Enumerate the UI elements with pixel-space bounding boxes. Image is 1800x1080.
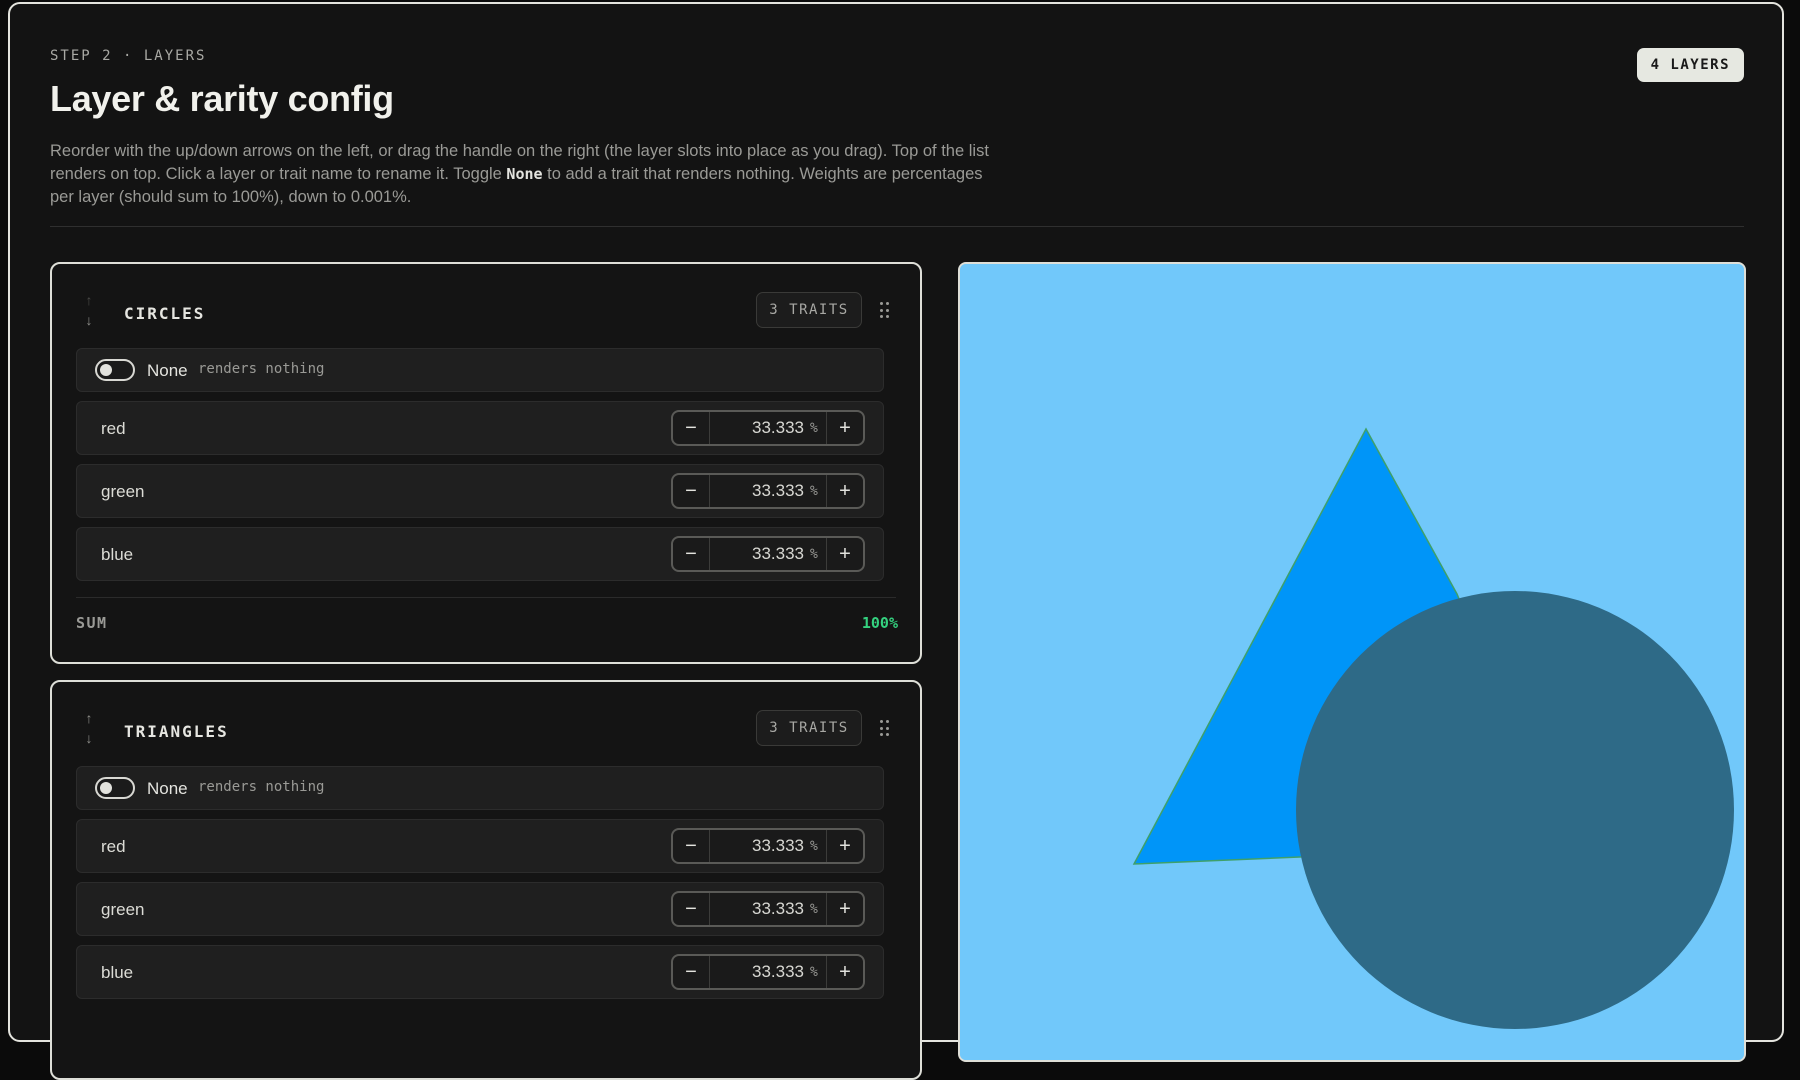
decrease-weight-button[interactable]: − <box>673 475 710 507</box>
weight-input[interactable]: 33.333 <box>710 899 810 919</box>
header-divider <box>50 226 1744 227</box>
trait-row: green − 33.333 % + <box>76 882 884 936</box>
trait-name[interactable]: red <box>101 837 126 857</box>
percent-unit: % <box>810 901 818 917</box>
trait-row: red − 33.333 % + <box>76 819 884 873</box>
increase-weight-button[interactable]: + <box>826 412 863 444</box>
increase-weight-button[interactable]: + <box>826 893 863 925</box>
page-description: Reorder with the up/down arrows on the l… <box>50 140 1010 209</box>
increase-weight-button[interactable]: + <box>826 475 863 507</box>
sum-row: SUM 100% <box>52 598 920 650</box>
increase-weight-button[interactable]: + <box>826 830 863 862</box>
none-hint: renders nothing <box>198 779 325 795</box>
step-label: STEP 2 · LAYERS <box>50 48 207 64</box>
move-down-icon[interactable]: ↓ <box>82 310 96 330</box>
trait-name[interactable]: blue <box>101 545 133 565</box>
weight-input[interactable]: 33.333 <box>710 962 810 982</box>
layer-header: ↑ ↓ TRIANGLES 3 TRAITS <box>52 682 920 766</box>
reorder-arrows: ↑ ↓ <box>82 290 96 330</box>
move-down-icon[interactable]: ↓ <box>82 728 96 748</box>
page-title: Layer & rarity config <box>50 78 394 119</box>
layer-name[interactable]: CIRCLES <box>124 304 205 323</box>
description-keyword: None <box>506 165 543 183</box>
app-window: STEP 2 · LAYERS Layer & rarity config Re… <box>8 2 1784 1080</box>
toggle-knob <box>100 782 112 794</box>
percent-unit: % <box>810 420 818 436</box>
circle-shape <box>1296 591 1734 1029</box>
none-trait-row: None renders nothing <box>76 348 884 392</box>
traits-count-badge: 3 TRAITS <box>756 292 862 328</box>
weight-stepper: − 33.333 % + <box>671 954 865 990</box>
sum-value: 100% <box>861 614 898 632</box>
composite-preview <box>958 262 1746 1062</box>
trait-name[interactable]: green <box>101 900 144 920</box>
decrease-weight-button[interactable]: − <box>673 538 710 570</box>
weight-stepper: − 33.333 % + <box>671 828 865 864</box>
weight-stepper: − 33.333 % + <box>671 410 865 446</box>
decrease-weight-button[interactable]: − <box>673 956 710 988</box>
layer-name[interactable]: TRIANGLES <box>124 722 229 741</box>
none-label: None <box>147 361 188 380</box>
move-up-icon[interactable]: ↑ <box>82 290 96 310</box>
none-toggle[interactable] <box>95 777 135 799</box>
decrease-weight-button[interactable]: − <box>673 830 710 862</box>
none-trait-row: None renders nothing <box>76 766 884 810</box>
decrease-weight-button[interactable]: − <box>673 412 710 444</box>
percent-unit: % <box>810 964 818 980</box>
traits-count-badge: 3 TRAITS <box>756 710 862 746</box>
preview-canvas <box>960 264 1744 1060</box>
weight-input[interactable]: 33.333 <box>710 418 810 438</box>
sum-label: SUM <box>76 614 108 632</box>
weight-stepper: − 33.333 % + <box>671 536 865 572</box>
layer-header: ↑ ↓ CIRCLES 3 TRAITS <box>52 264 920 348</box>
drag-handle-icon[interactable] <box>880 302 890 320</box>
trait-row: green − 33.333 % + <box>76 464 884 518</box>
drag-handle-icon[interactable] <box>880 720 890 738</box>
percent-unit: % <box>810 838 818 854</box>
trait-name[interactable]: green <box>101 482 144 502</box>
none-label: None <box>147 779 188 798</box>
increase-weight-button[interactable]: + <box>826 956 863 988</box>
trait-name[interactable]: red <box>101 419 126 439</box>
none-toggle[interactable] <box>95 359 135 381</box>
trait-row: blue − 33.333 % + <box>76 527 884 581</box>
page-header: STEP 2 · LAYERS Layer & rarity config Re… <box>50 48 1744 209</box>
trait-row: red − 33.333 % + <box>76 401 884 455</box>
trait-row: blue − 33.333 % + <box>76 945 884 999</box>
toggle-knob <box>100 364 112 376</box>
trait-name[interactable]: blue <box>101 963 133 983</box>
layer-card-triangles: ↑ ↓ TRIANGLES 3 TRAITS None renders noth… <box>50 680 922 1080</box>
move-up-icon[interactable]: ↑ <box>82 708 96 728</box>
increase-weight-button[interactable]: + <box>826 538 863 570</box>
none-hint: renders nothing <box>198 361 325 377</box>
percent-unit: % <box>810 546 818 562</box>
weight-stepper: − 33.333 % + <box>671 891 865 927</box>
layer-card-circles: ↑ ↓ CIRCLES 3 TRAITS None renders nothin… <box>50 262 922 664</box>
percent-unit: % <box>810 483 818 499</box>
layer-count-badge: 4 LAYERS <box>1636 48 1744 82</box>
reorder-arrows: ↑ ↓ <box>82 708 96 748</box>
decrease-weight-button[interactable]: − <box>673 893 710 925</box>
weight-stepper: − 33.333 % + <box>671 473 865 509</box>
weight-input[interactable]: 33.333 <box>710 544 810 564</box>
weight-input[interactable]: 33.333 <box>710 481 810 501</box>
weight-input[interactable]: 33.333 <box>710 836 810 856</box>
